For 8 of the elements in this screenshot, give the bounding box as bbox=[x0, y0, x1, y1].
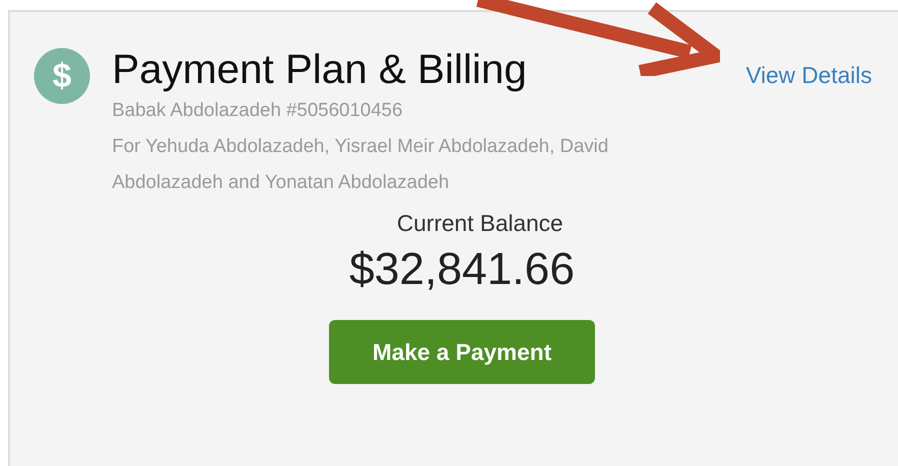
members-text: For Yehuda Abdolazadeh, Yisrael Meir Abdolazadeh, David Abdolazadeh and Yonatan Abdolazadeh bbox=[112, 135, 610, 195]
card-title: Payment Plan & Billing bbox=[112, 45, 527, 93]
balance-amount: $32,841.66 bbox=[349, 243, 575, 295]
dollar-icon: $ bbox=[34, 48, 90, 104]
account-text: Babak Abdolazadeh #5056010456 bbox=[112, 99, 404, 123]
make-payment-button[interactable]: Make a Payment bbox=[329, 320, 595, 384]
balance-label: Current Balance bbox=[396, 209, 564, 238]
view-details-link[interactable]: View Details bbox=[746, 62, 872, 89]
